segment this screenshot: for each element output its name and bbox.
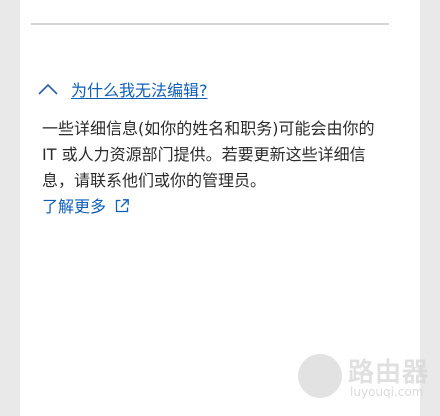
why-cant-edit-toggle[interactable]: 为什么我无法编辑? [37, 76, 208, 102]
learn-more-label: 了解更多 [42, 197, 107, 216]
watermark-logo-icon [298, 354, 342, 398]
external-link-icon [115, 199, 129, 213]
watermark-text: 路由器 [348, 358, 430, 388]
description-text: 一些详细信息(如你的姓名和职务)可能会由你的 IT 或人力资源部门提供。若要更新… [42, 119, 375, 190]
section-divider [31, 23, 389, 25]
learn-more-link[interactable]: 了解更多 [42, 197, 130, 216]
watermark: 路由器 luyouqi.com [298, 352, 430, 402]
watermark-subtext: luyouqi.com [350, 385, 424, 399]
why-cant-edit-link[interactable]: 为什么我无法编辑? [71, 77, 208, 101]
chevron-up-icon [38, 83, 58, 95]
edit-info-text: 一些详细信息(如你的姓名和职务)可能会由你的 IT 或人力资源部门提供。若要更新… [42, 116, 392, 220]
